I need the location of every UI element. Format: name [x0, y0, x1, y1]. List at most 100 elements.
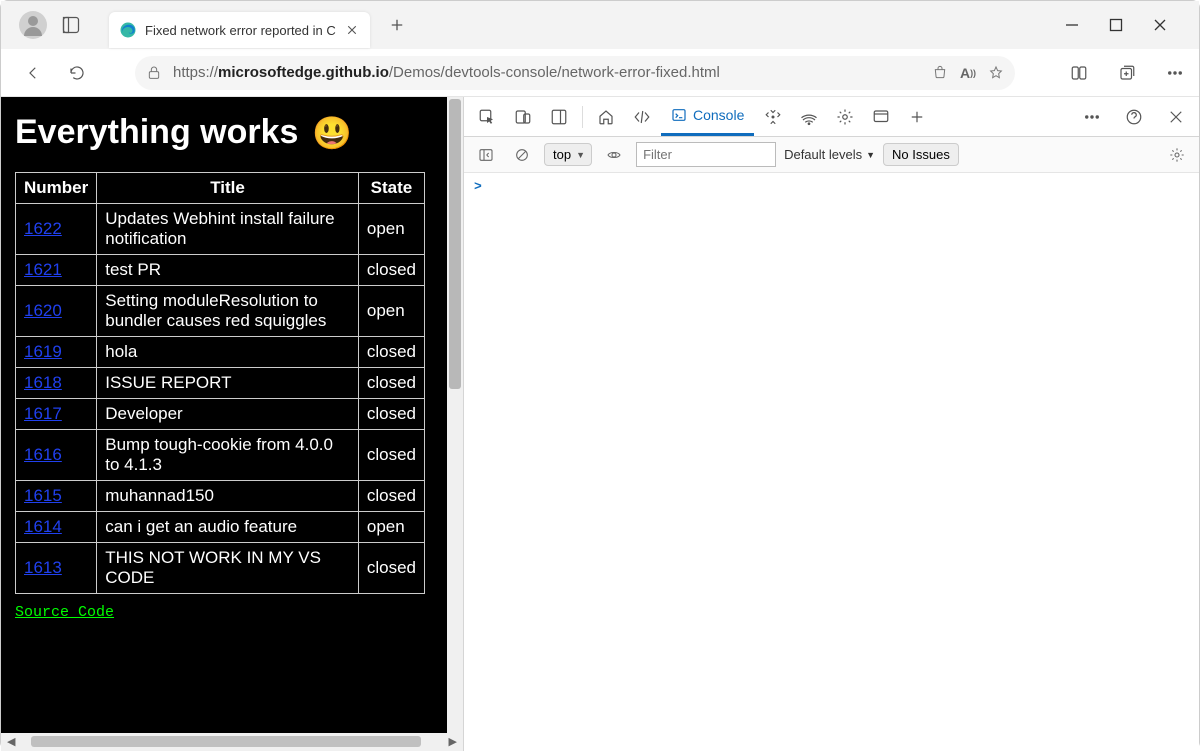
browser-navbar: https://microsoftedge.github.io/Demos/de…	[1, 49, 1199, 97]
vertical-scrollbar[interactable]	[447, 97, 463, 733]
elements-tab-icon[interactable]	[625, 100, 659, 134]
filter-input[interactable]	[636, 142, 776, 167]
issue-title: Updates Webhint install failure notifica…	[97, 204, 359, 255]
devtools-more-icon[interactable]	[1075, 100, 1109, 134]
more-tabs-icon[interactable]	[900, 100, 934, 134]
new-tab-button[interactable]	[382, 10, 412, 40]
issue-link[interactable]: 1614	[24, 517, 62, 536]
table-row: 1620 Setting moduleResolution to bundler …	[16, 286, 425, 337]
page-heading: Everything works 😃	[15, 113, 433, 152]
table-row: 1616 Bump tough-cookie from 4.0.0 to 4.1.…	[16, 430, 425, 481]
minimize-icon[interactable]	[1065, 18, 1079, 32]
issues-table: Number Title State 1622 Updates Webhint i…	[15, 172, 425, 594]
table-row: 1613THIS NOT WORK IN MY VS CODEclosed	[16, 543, 425, 594]
issue-state: closed	[358, 399, 424, 430]
toggle-sidebar-icon[interactable]	[472, 141, 500, 169]
performance-tab-icon[interactable]	[828, 100, 862, 134]
issue-title: test PR	[97, 255, 359, 286]
issue-number: 1614	[16, 512, 97, 543]
devtools-close-icon[interactable]	[1159, 100, 1193, 134]
clear-console-icon[interactable]	[508, 141, 536, 169]
col-title: Title	[97, 173, 359, 204]
table-row: 1621 test PRclosed	[16, 255, 425, 286]
split-screen-icon[interactable]	[1063, 57, 1095, 89]
menu-icon[interactable]	[1159, 57, 1191, 89]
console-settings-icon[interactable]	[1163, 141, 1191, 169]
table-row: 1618ISSUE REPORTclosed	[16, 368, 425, 399]
devtools-panel: Console top Default levels No Issues	[463, 97, 1199, 751]
issue-title: Bump tough-cookie from 4.0.0 to 4.1.3	[97, 430, 359, 481]
console-prompt: >	[474, 179, 482, 194]
table-row: 1617 Developerclosed	[16, 399, 425, 430]
site-info-icon[interactable]	[145, 64, 163, 82]
issue-number: 1613	[16, 543, 97, 594]
issue-title: muhannad150	[97, 481, 359, 512]
no-issues-badge[interactable]: No Issues	[883, 143, 959, 166]
browser-tab[interactable]: Fixed network error reported in C	[109, 12, 370, 48]
issue-link[interactable]: 1617	[24, 404, 62, 423]
col-number: Number	[16, 173, 97, 204]
issue-link[interactable]: 1622	[24, 219, 62, 238]
issue-state: open	[358, 512, 424, 543]
tab-title: Fixed network error reported in C	[145, 23, 336, 38]
issue-state: closed	[358, 368, 424, 399]
collections-icon[interactable]	[1111, 57, 1143, 89]
console-output[interactable]: >	[464, 173, 1199, 751]
application-tab-icon[interactable]	[864, 100, 898, 134]
read-aloud-icon[interactable]: A))	[959, 64, 977, 82]
issue-link[interactable]: 1619	[24, 342, 62, 361]
table-row: 1615 muhannad150closed	[16, 481, 425, 512]
favorite-icon[interactable]	[987, 64, 1005, 82]
network-tab-icon[interactable]	[792, 100, 826, 134]
issue-link[interactable]: 1618	[24, 373, 62, 392]
back-button[interactable]	[17, 57, 49, 89]
issue-link[interactable]: 1620	[24, 301, 62, 320]
help-icon[interactable]	[1117, 100, 1151, 134]
issue-state: closed	[358, 255, 424, 286]
live-expression-icon[interactable]	[600, 141, 628, 169]
issue-state: closed	[358, 430, 424, 481]
address-bar[interactable]: https://microsoftedge.github.io/Demos/de…	[135, 56, 1015, 90]
context-selector[interactable]: top	[544, 143, 592, 166]
horizontal-scrollbar[interactable]: ◀ ▶	[1, 733, 463, 751]
issue-state: open	[358, 286, 424, 337]
issue-number: 1620	[16, 286, 97, 337]
issue-link[interactable]: 1613	[24, 558, 62, 577]
tab-close-icon[interactable]	[344, 22, 360, 38]
issue-link[interactable]: 1616	[24, 445, 62, 464]
profile-avatar[interactable]	[19, 11, 47, 39]
browser-tabstrip: Fixed network error reported in C	[1, 1, 1199, 49]
issue-number: 1618	[16, 368, 97, 399]
edge-icon	[119, 21, 137, 39]
log-levels-selector[interactable]: Default levels	[784, 147, 875, 162]
dock-side-icon[interactable]	[542, 100, 576, 134]
welcome-tab-icon[interactable]	[589, 100, 623, 134]
issue-state: closed	[358, 481, 424, 512]
table-row: 1614 can i get an audio featureopen	[16, 512, 425, 543]
issue-number: 1621	[16, 255, 97, 286]
issue-link[interactable]: 1621	[24, 260, 62, 279]
shopping-icon[interactable]	[931, 64, 949, 82]
refresh-button[interactable]	[61, 57, 93, 89]
inspect-icon[interactable]	[470, 100, 504, 134]
issue-title: Developer	[97, 399, 359, 430]
console-tab[interactable]: Console	[661, 98, 754, 136]
issue-title: Setting moduleResolution to bundler caus…	[97, 286, 359, 337]
page-viewport: Everything works 😃 Number Title State 16…	[1, 97, 463, 751]
maximize-icon[interactable]	[1109, 18, 1123, 32]
sources-tab-icon[interactable]	[756, 100, 790, 134]
issue-number: 1619	[16, 337, 97, 368]
issue-title: hola	[97, 337, 359, 368]
table-row: 1619holaclosed	[16, 337, 425, 368]
table-row: 1622 Updates Webhint install failure noti…	[16, 204, 425, 255]
issue-number: 1617	[16, 399, 97, 430]
issue-number: 1616	[16, 430, 97, 481]
col-state: State	[358, 173, 424, 204]
issue-link[interactable]: 1615	[24, 486, 62, 505]
device-emulation-icon[interactable]	[506, 100, 540, 134]
source-code-link[interactable]: Source Code	[15, 604, 114, 621]
workspaces-icon[interactable]	[57, 11, 85, 39]
issue-title: THIS NOT WORK IN MY VS CODE	[97, 543, 359, 594]
issue-title: can i get an audio feature	[97, 512, 359, 543]
close-icon[interactable]	[1153, 18, 1167, 32]
